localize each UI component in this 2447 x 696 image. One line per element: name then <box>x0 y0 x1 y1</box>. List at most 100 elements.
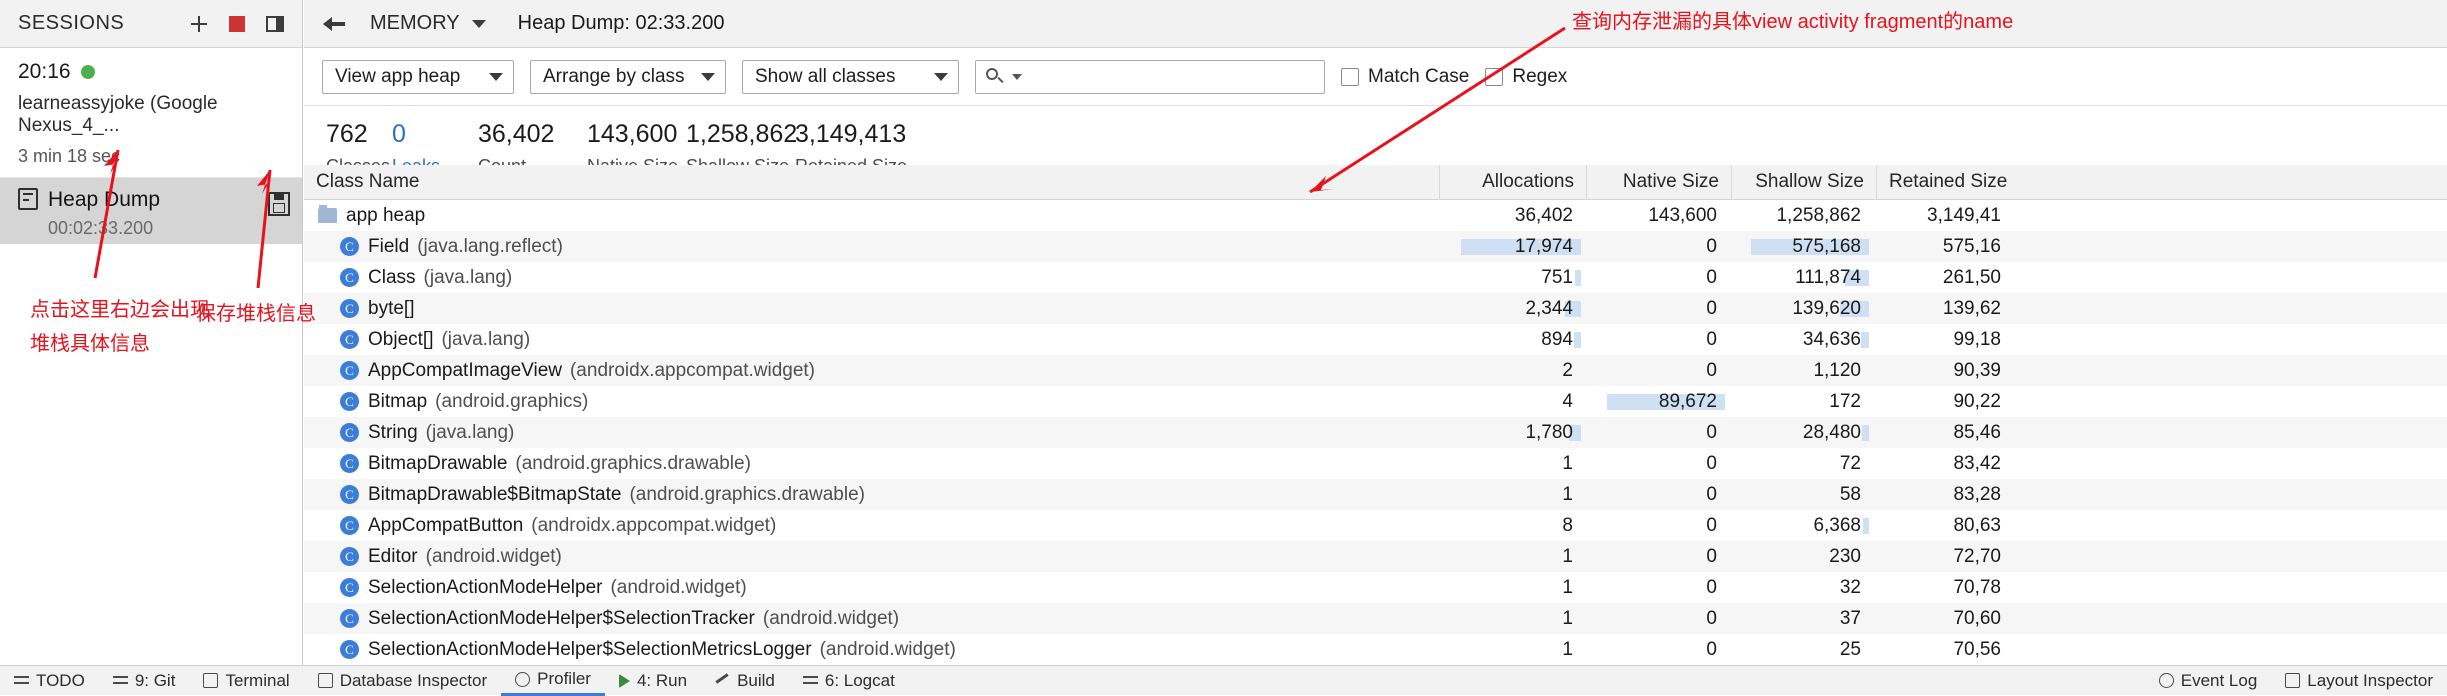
bottom-tab-todo[interactable]: TODO <box>0 666 99 696</box>
cell-class-name: C SelectionActionModeHelper$SelectionTrac… <box>304 608 1439 630</box>
class-icon: C <box>340 392 359 411</box>
cell-native-size: 0 <box>1585 298 1729 320</box>
class-package-text: (android.graphics.drawable) <box>515 452 751 474</box>
bottom-tab-6-logcat[interactable]: 6: Logcat <box>789 666 909 696</box>
classes-select-value: Show all classes <box>755 65 896 87</box>
bottom-tab-label: 4: Run <box>636 670 688 690</box>
bottom-tab-label: Profiler <box>537 669 591 688</box>
bottom-tab-9-git[interactable]: 9: Git <box>99 666 190 696</box>
bottom-tab-build[interactable]: Build <box>701 666 789 696</box>
table-row[interactable]: C AppCompatButton (androidx.appcompat.widg… <box>304 510 2447 541</box>
stage-selector[interactable]: MEMORY <box>370 12 486 35</box>
classes-select[interactable]: Show all classes <box>742 59 959 94</box>
arrange-select[interactable]: Arrange by class <box>530 59 726 94</box>
th-native-size[interactable]: Native Size <box>1587 171 1731 193</box>
class-icon: C <box>340 237 359 256</box>
cell-allocations-text: 4 <box>1562 390 1573 412</box>
cell-allocations: 8 <box>1439 515 1585 537</box>
bottom-tab-label: Terminal <box>225 670 290 690</box>
bottom-tab-terminal[interactable]: Terminal <box>189 666 303 696</box>
cell-retained-size: 80,63 <box>1873 515 2013 537</box>
cell-class-name: C Object[] (java.lang) <box>304 329 1439 351</box>
heap-select[interactable]: View app heap <box>322 59 514 94</box>
cell-shallow-size-text: 34,636 <box>1802 328 1861 350</box>
cell-retained-size-text: 83,42 <box>1953 452 2001 474</box>
session-active-dot-icon <box>80 65 95 79</box>
cell-retained-size-text: 83,28 <box>1953 483 2001 505</box>
bottom-tab-event-log[interactable]: Event Log <box>2145 666 2272 696</box>
heap-select-value: View app heap <box>335 65 461 87</box>
cell-shallow-size: 37 <box>1729 608 1873 630</box>
cell-allocations-text: 1 <box>1562 576 1573 598</box>
table-row[interactable]: C SelectionActionModeHelper$SelectionTrac… <box>304 603 2447 634</box>
annotation-find-leak: 查询内存泄漏的具体view activity fragment的name <box>1572 11 2014 33</box>
class-package-text: (androidx.appcompat.widget) <box>569 359 816 381</box>
cell-retained-size: 139,62 <box>1873 298 2013 320</box>
chevron-down-icon <box>701 72 715 81</box>
table-row[interactable]: Cbyte[] 2,344 0 139,620 139,62 <box>304 293 2447 324</box>
class-package-text: (android.widget) <box>762 607 900 629</box>
annotation-arrow-save-heap <box>256 169 272 289</box>
table-row[interactable]: C SelectionActionModeHelper (android.widge… <box>304 572 2447 603</box>
table-row[interactable]: C SelectionActionModeHelper$SelectionMetr… <box>304 634 2447 665</box>
table-row[interactable]: C String (java.lang) 1,780 0 28,480 85,46 <box>304 417 2447 448</box>
cell-class-name: C Editor (android.widget) <box>304 546 1439 568</box>
cell-class-name: C AppCompatButton (androidx.appcompat.widg… <box>304 515 1439 537</box>
stat-leaks-value: 0 <box>392 120 406 148</box>
bottom-left-items: TODO 9: Git Terminal Database Inspector Prof… <box>0 666 909 696</box>
table-row[interactable]: C Object[] (java.lang) 894 0 34,636 99,18 <box>304 324 2447 355</box>
cell-retained-size-text: 72,70 <box>1953 545 2001 567</box>
heap-table: Class Name Allocations Native Size Shall… <box>304 164 2447 665</box>
add-session-button[interactable] <box>188 13 210 35</box>
bottom-tab-label: 9: Git <box>134 670 176 690</box>
cell-allocations-text: 751 <box>1541 266 1573 288</box>
stop-session-button[interactable] <box>226 13 248 35</box>
cell-native-size: 0 <box>1585 267 1729 289</box>
class-name-text: BitmapDrawable$BitmapState <box>368 483 622 505</box>
bottom-tab-profiler[interactable]: Profiler <box>501 666 605 696</box>
back-arrow-glyph <box>323 16 345 31</box>
cell-retained-size-text: 99,18 <box>1953 328 2001 350</box>
stat-classes-value: 762 <box>326 120 368 148</box>
cell-native-size-text: 0 <box>1706 359 1717 381</box>
class-name-text: Field <box>368 235 410 257</box>
bottom-tab-layout-inspector[interactable]: Layout Inspector <box>2271 666 2447 696</box>
table-row[interactable]: C Class (java.lang) 751 0 111,874 261,50 <box>304 262 2447 293</box>
class-package-text: (java.lang.reflect) <box>417 235 563 257</box>
class-icon: C <box>340 330 359 349</box>
search-history-icon[interactable] <box>1012 73 1022 80</box>
bottom-tab-label: TODO <box>36 670 85 690</box>
cell-shallow-size-text: 58 <box>1839 483 1861 505</box>
sessions-actions <box>188 13 302 35</box>
bottom-tab-database-inspector[interactable]: Database Inspector <box>304 666 501 696</box>
table-row[interactable]: C BitmapDrawable$BitmapState (android.grap… <box>304 479 2447 510</box>
sessions-title: SESSIONS <box>18 12 125 34</box>
cell-shallow-size: 25 <box>1729 639 1873 661</box>
table-row[interactable]: C AppCompatImageView (androidx.appcompat.w… <box>304 355 2447 386</box>
cell-allocations-text: 1 <box>1562 638 1573 660</box>
cell-native-size: 0 <box>1585 236 1729 258</box>
table-row[interactable]: C Field (java.lang.reflect) 17,974 0 575,168 5… <box>304 231 2447 262</box>
cell-native-size: 0 <box>1585 453 1729 475</box>
table-row[interactable]: C BitmapDrawable (android.graphics.drawabl… <box>304 448 2447 479</box>
cell-native-size-text: 0 <box>1706 328 1717 350</box>
bottom-tab-4-run[interactable]: 4: Run <box>605 666 701 696</box>
class-icon: C <box>340 640 359 659</box>
class-icon: C <box>340 423 359 442</box>
cell-native-size-text: 0 <box>1706 638 1717 660</box>
cell-native-size-text: 0 <box>1706 607 1717 629</box>
cell-shallow-size-text: 72 <box>1839 452 1861 474</box>
cell-shallow-size: 72 <box>1729 453 1873 475</box>
cell-class-name: C BitmapDrawable (android.graphics.drawabl… <box>304 453 1439 475</box>
back-arrow-icon[interactable] <box>316 6 352 42</box>
table-row[interactable]: C Editor (android.widget) 1 0 230 72,70 <box>304 541 2447 572</box>
toggle-panel-button[interactable] <box>264 13 286 35</box>
table-row[interactable]: C Bitmap (android.graphics) 4 89,672 172 90,22 <box>304 386 2447 417</box>
th-shallow-size[interactable]: Shallow Size <box>1732 171 1876 193</box>
class-name-text: Editor <box>368 545 418 567</box>
cell-retained-size: 83,28 <box>1873 484 2013 506</box>
cell-retained-size: 70,60 <box>1873 608 2013 630</box>
cell-allocations-text: 894 <box>1541 328 1573 350</box>
cell-native-size: 143,600 <box>1585 205 1729 227</box>
th-retained-size[interactable]: Retained Size <box>1877 171 2017 193</box>
